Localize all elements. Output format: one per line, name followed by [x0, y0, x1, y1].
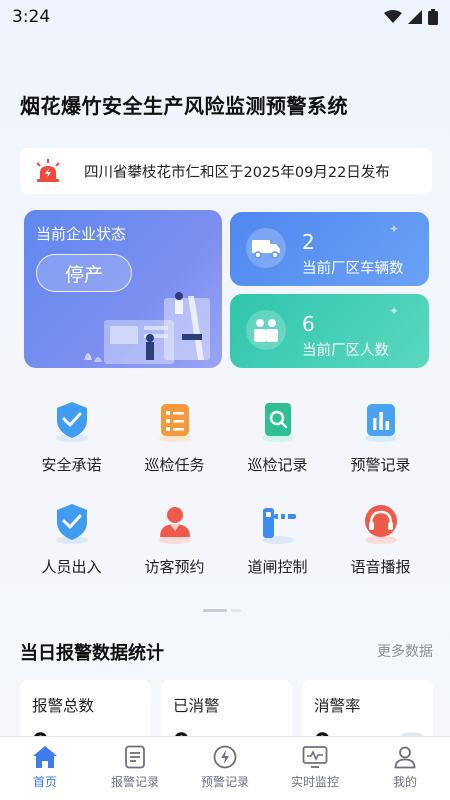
home-icon — [33, 746, 57, 768]
vehicle-count-label: 当前厂区车辆数 — [302, 261, 404, 277]
tab-alarm-records[interactable]: 报警记录 — [90, 737, 180, 800]
sparkle-decoration: ✦ — [388, 304, 399, 318]
vehicle-count-value: 2 — [302, 230, 315, 254]
menu-voice-broadcast[interactable]: 语音播报 — [329, 500, 432, 577]
pager-dot-active — [203, 609, 227, 612]
wifi-icon — [384, 10, 402, 23]
shield-check-icon — [55, 402, 88, 442]
metric-label: 消警率 — [314, 697, 361, 715]
menu-label: 访客预约 — [144, 558, 205, 576]
tab-label: 报警记录 — [110, 775, 159, 789]
battery-icon — [428, 9, 438, 25]
menu-label: 巡检记录 — [247, 456, 308, 474]
barrier-gate-icon — [261, 508, 296, 544]
enterprise-status-card[interactable]: 当前企业状态 停产 — [24, 210, 222, 368]
menu-label: 巡检任务 — [144, 456, 205, 474]
tab-label: 首页 — [32, 775, 57, 789]
menu-patrol-record[interactable]: 巡检记录 — [226, 398, 329, 475]
tab-label: 我的 — [392, 775, 417, 789]
metric-label: 已消警 — [173, 697, 220, 715]
metric-label: 报警总数 — [32, 697, 95, 715]
user-icon — [394, 746, 416, 769]
menu-personnel-access[interactable]: 人员出入 — [20, 500, 123, 577]
menu-label: 道闸控制 — [247, 558, 308, 576]
search-doc-icon — [261, 403, 294, 442]
people-icon — [246, 310, 286, 350]
enterprise-status-label: 当前企业状态 — [36, 225, 127, 243]
notice-text: 四川省攀枝花市仁和区于2025年09月22日发布 — [84, 164, 390, 181]
status-icons — [384, 9, 438, 25]
headset-icon — [364, 505, 397, 544]
people-count-label: 当前厂区人数 — [302, 343, 389, 359]
vehicle-count-card[interactable]: ✦ 2 当前厂区车辆数 — [230, 212, 429, 286]
people-count-card[interactable]: ✦ 6 当前厂区人数 — [230, 294, 429, 368]
grid-pager — [203, 609, 241, 612]
tab-profile[interactable]: 我的 — [360, 737, 450, 800]
page-title: 烟花爆竹安全生产风险监测预警系统 — [20, 94, 348, 118]
checklist-icon — [158, 404, 191, 442]
bottom-tab-bar: 首页 报警记录 预警记录 实时监控 我的 — [0, 736, 450, 800]
pager-dot — [231, 609, 241, 612]
people-count-value: 6 — [302, 312, 315, 336]
factory-workers-illustration — [84, 292, 210, 364]
alarm-light-icon — [36, 159, 60, 182]
tab-warning-records[interactable]: 预警记录 — [180, 737, 270, 800]
truck-icon — [246, 228, 286, 268]
signal-icon — [408, 10, 422, 24]
status-time: 3:24 — [12, 7, 51, 27]
menu-label: 语音播报 — [350, 558, 411, 576]
monitor-icon — [302, 746, 328, 768]
menu-visitor-booking[interactable]: 访客预约 — [123, 500, 226, 577]
menu-barrier-control[interactable]: 道闸控制 — [226, 500, 329, 577]
sparkle-decoration: ✦ — [388, 222, 399, 236]
menu-label: 预警记录 — [350, 456, 411, 474]
tab-label: 实时监控 — [290, 775, 339, 789]
menu-label: 人员出入 — [41, 558, 102, 576]
lightning-icon — [213, 745, 237, 769]
bar-chart-icon — [364, 404, 397, 442]
status-bar: 3:24 — [0, 0, 450, 34]
menu-label: 安全承诺 — [41, 456, 102, 474]
tab-home[interactable]: 首页 — [0, 737, 90, 800]
shield-check-icon — [55, 504, 88, 544]
menu-safety-commitment[interactable]: 安全承诺 — [20, 398, 123, 475]
tab-label: 预警记录 — [200, 775, 249, 789]
enterprise-status-badge: 停产 — [36, 254, 132, 292]
more-data-link[interactable]: 更多数据 — [377, 641, 433, 661]
notice-bar[interactable]: 四川省攀枝花市仁和区于2025年09月22日发布 — [20, 148, 432, 194]
menu-warning-record[interactable]: 预警记录 — [329, 398, 432, 475]
alarm-section-title: 当日报警数据统计 — [20, 643, 164, 664]
tab-live-monitor[interactable]: 实时监控 — [270, 737, 360, 800]
menu-patrol-task[interactable]: 巡检任务 — [123, 398, 226, 475]
visitor-icon — [158, 507, 191, 544]
document-icon — [125, 745, 145, 769]
